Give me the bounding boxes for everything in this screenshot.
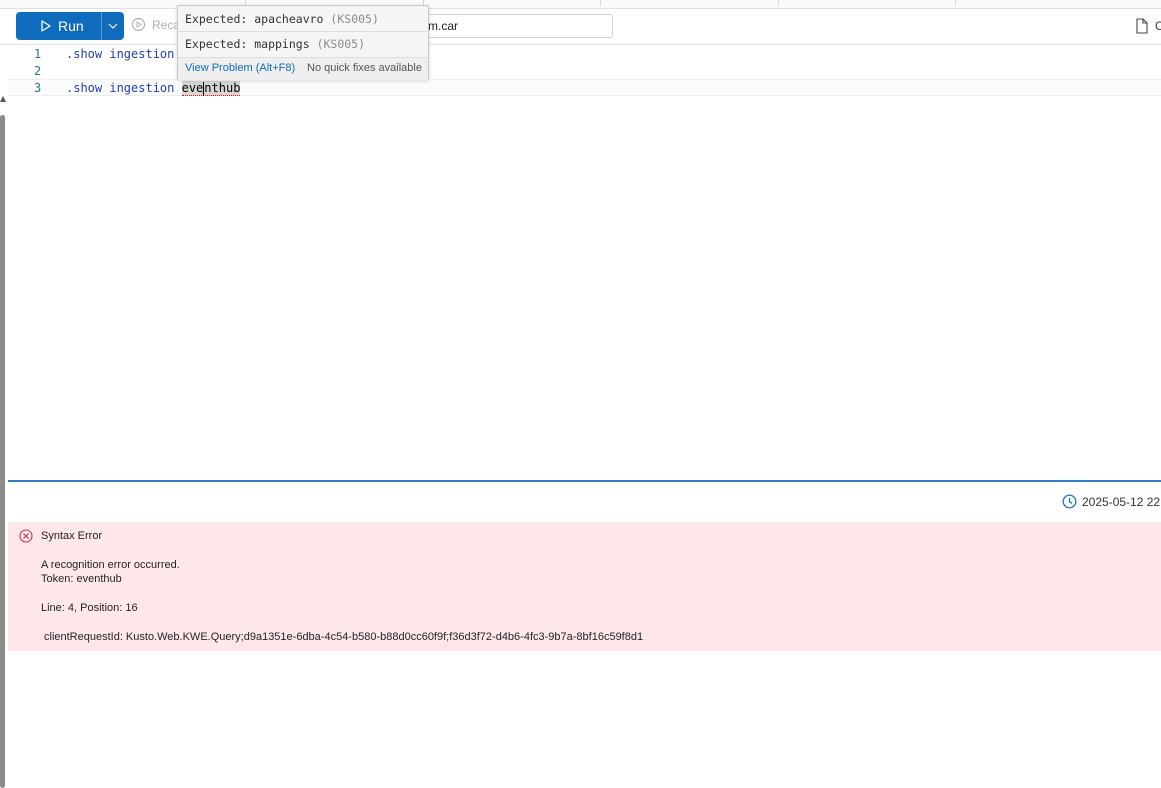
tab-strip xyxy=(0,0,1161,9)
line-code: .show ingestion xyxy=(66,46,174,63)
error-message: A recognition error occurred. xyxy=(41,559,180,571)
timestamp-text: 2025-05-12 22 xyxy=(1082,494,1161,509)
line-code: .show ingestion eventhub xyxy=(66,80,241,97)
hover-suggestion: Expected: apacheavro (KS005) xyxy=(185,12,379,26)
hover-actions: View Problem (Alt+F8) No quick fixes ava… xyxy=(178,57,428,80)
recall-icon xyxy=(131,17,146,32)
run-button[interactable]: Run xyxy=(16,12,101,40)
error-circle-icon xyxy=(19,529,33,543)
error-token: eventhub xyxy=(181,81,241,96)
clock-icon xyxy=(1062,494,1077,509)
results-pane: 2025-05-12 22 Syntax Error A recognition… xyxy=(8,482,1161,788)
hover-divider xyxy=(178,31,428,32)
collapse-marker-icon xyxy=(0,96,6,102)
no-quick-fixes-label: No quick fixes available xyxy=(307,62,422,74)
recall-label: Reca xyxy=(152,17,181,32)
recall-button[interactable]: Reca xyxy=(131,17,180,32)
tab-divider xyxy=(778,0,779,6)
view-problem-link[interactable]: View Problem (Alt+F8) xyxy=(185,62,295,74)
run-options-dropdown[interactable] xyxy=(101,12,124,40)
client-request-id: clientRequestId: Kusto.Web.KWE.Query;d9a… xyxy=(44,631,644,643)
cluster-connection-field[interactable]: m.car xyxy=(405,14,613,38)
suggestion-text: Expected: mappings xyxy=(185,37,310,51)
chevron-down-icon xyxy=(108,23,118,29)
query-toolbar: Run Reca m.car C xyxy=(0,9,1161,45)
editor-scrollbar[interactable] xyxy=(0,115,5,788)
suggestion-code: (KS005) xyxy=(316,37,366,51)
hover-suggestion: Expected: mappings (KS005) xyxy=(185,37,365,51)
line-number: 2 xyxy=(34,64,42,78)
error-token-start: eve xyxy=(181,81,204,95)
error-title: Syntax Error xyxy=(41,530,103,542)
suggestion-text: Expected: apacheavro xyxy=(185,12,324,26)
line-number: 3 xyxy=(34,81,42,95)
query-editor[interactable]: 1 .show ingestion 2 3 .show ingestion ev… xyxy=(8,45,1161,480)
error-token-detail: Token: eventhub xyxy=(41,573,122,585)
file-icon[interactable] xyxy=(1135,18,1149,34)
editor-line-active[interactable]: 3 .show ingestion eventhub xyxy=(8,79,1161,96)
error-location: Line: 4, Position: 16 xyxy=(41,602,138,614)
tab-divider xyxy=(955,0,956,6)
error-panel: Syntax Error A recognition error occurre… xyxy=(8,522,1161,651)
line-number: 1 xyxy=(34,47,42,61)
tab-divider xyxy=(600,0,601,6)
play-icon xyxy=(41,20,51,32)
code-keyword: .show ingestion xyxy=(66,81,175,95)
problem-hover-tooltip: Expected: apacheavro (KS005) Expected: m… xyxy=(177,5,429,80)
run-label: Run xyxy=(58,18,84,34)
code-keyword: .show ingestion xyxy=(66,47,175,61)
file-menu-label[interactable]: C xyxy=(1155,19,1161,33)
error-token-end: nthub xyxy=(204,81,241,95)
suggestion-code: (KS005) xyxy=(330,12,379,26)
query-timestamp: 2025-05-12 22 xyxy=(1062,494,1160,509)
